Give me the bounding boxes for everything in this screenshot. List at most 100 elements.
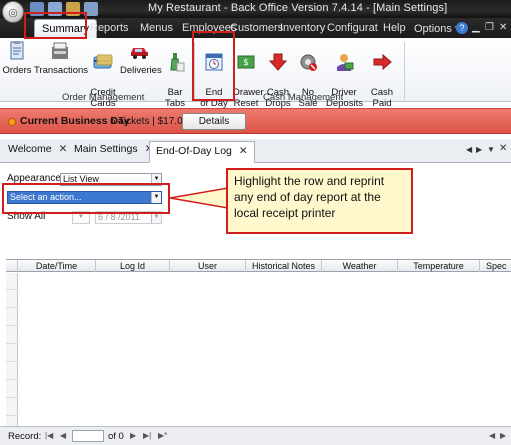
ribbon: Orders Transactions Credit Cards ▾ Deliv… <box>0 38 511 120</box>
deliveries-button[interactable]: Deliveries <box>120 40 162 76</box>
tab-end-of-day-log[interactable]: End-Of-Day Log ✕ <box>149 141 255 163</box>
tab-menus[interactable]: Menus <box>140 22 173 34</box>
bar-tabs-button[interactable]: Bar Tabs <box>162 40 188 109</box>
svg-text:$: $ <box>243 58 249 68</box>
tab-inventory[interactable]: Inventory <box>280 22 325 34</box>
scroll-left-icon[interactable]: ◀ <box>489 431 495 440</box>
row-divider <box>6 397 18 398</box>
tab-main-settings[interactable]: Main Settings✕ <box>74 143 153 155</box>
row-divider <box>6 325 18 326</box>
tab-summary[interactable]: Summary <box>34 19 98 39</box>
record-navigator: Record: |◀ ◀ of 0 ▶ ▶| ▶* ◀ ▶ <box>0 426 511 445</box>
tab-list-icon[interactable]: ▼ <box>487 145 495 154</box>
transactions-icon <box>52 42 68 59</box>
restore-icon[interactable]: ❐ <box>485 22 494 33</box>
callout-note: Highlight the row and reprint any end of… <box>226 168 413 234</box>
row-header-column <box>6 273 18 429</box>
column-user[interactable]: User <box>170 260 246 272</box>
column-temperature[interactable]: Temperature <box>398 260 480 272</box>
new-record-icon[interactable]: ▶* <box>158 431 167 440</box>
cash-paid-out-icon <box>373 53 392 71</box>
tab-reports[interactable]: Reports <box>90 22 129 34</box>
row-divider <box>6 379 18 380</box>
tab-scroll-right-icon[interactable]: ▶ <box>476 145 482 154</box>
column-date-time[interactable]: Date/Time <box>18 260 96 272</box>
app-logo-icon: ◎ <box>8 6 18 19</box>
row-header-corner <box>6 260 18 272</box>
deliveries-icon <box>131 48 148 59</box>
app-menu-button[interactable]: ◎ <box>2 1 24 23</box>
business-day-details-button[interactable]: Details <box>182 113 246 130</box>
orders-button[interactable]: Orders <box>2 40 32 76</box>
current-business-day-bar: Current Business Day 6 Tickets | $17.06 … <box>0 108 511 134</box>
ribbon-group-separator <box>194 42 195 100</box>
tab-employees[interactable]: Employees <box>182 22 236 34</box>
drawer-reset-button[interactable]: $ Drawer Reset <box>233 40 264 109</box>
tab-configuration[interactable]: Configurat <box>327 22 378 34</box>
cash-drops-icon <box>268 53 288 71</box>
column-weather[interactable]: Weather <box>322 260 398 272</box>
ribbon-tab-bar: Summary Reports Menus Employees Customer… <box>0 18 511 39</box>
end-of-day-log-grid: Date/Time Log Id User Historical Notes W… <box>6 259 511 429</box>
end-of-day-icon <box>205 53 223 71</box>
cash-management-group-label: Cash Management <box>263 92 344 103</box>
order-management-group-label: Order Management <box>62 92 145 103</box>
row-divider <box>6 415 18 416</box>
row-divider <box>6 343 18 344</box>
previous-record-icon[interactable]: ◀ <box>60 431 66 440</box>
scroll-right-icon[interactable]: ▶ <box>500 431 506 440</box>
orders-icon <box>10 41 24 60</box>
credit-cards-icon <box>93 54 113 69</box>
app-window: ◎ My Restaurant - Back Office Version 7.… <box>0 0 511 445</box>
last-record-icon[interactable]: ▶| <box>143 431 151 440</box>
quick-access-undo-icon[interactable] <box>48 2 62 16</box>
business-day-summary: 6 Tickets | $17.06 <box>110 116 189 127</box>
chevron-down-icon: ▼ <box>151 212 161 223</box>
date-picker[interactable]: 6 / 8 /2011 ▼ <box>95 211 162 224</box>
title-bar: ◎ My Restaurant - Back Office Version 7.… <box>0 0 511 23</box>
row-divider <box>6 361 18 362</box>
tab-customers[interactable]: Customers <box>230 22 283 34</box>
minimize-icon[interactable]: ▁ <box>472 22 480 33</box>
show-all-checkbox[interactable]: ▼ <box>72 211 90 224</box>
chevron-down-icon: ▼ <box>73 212 89 223</box>
driver-deposits-icon <box>337 54 354 71</box>
bar-tabs-icon <box>170 53 185 72</box>
document-tab-bar: Welcome✕ Main Settings✕ End-Of-Day Log✕ … <box>0 139 511 163</box>
close-tab-icon[interactable]: ✕ <box>59 143 68 155</box>
record-label: Record: <box>8 431 42 442</box>
close-tab-icon[interactable]: ✕ <box>239 145 248 157</box>
chevron-down-icon: ▼ <box>151 192 161 203</box>
drawer-reset-icon: $ <box>237 55 255 69</box>
show-all-label: Show All <box>7 211 46 222</box>
record-count: of 0 <box>108 431 124 442</box>
appearance-select[interactable]: List View ▼ <box>60 173 162 186</box>
help-icon[interactable]: ? <box>456 22 468 34</box>
tab-help[interactable]: Help <box>383 22 406 34</box>
column-historical-notes[interactable]: Historical Notes <box>246 260 322 272</box>
next-record-icon[interactable]: ▶ <box>130 431 136 440</box>
tab-welcome[interactable]: Welcome ✕ <box>8 143 67 155</box>
quick-access-redo-icon[interactable] <box>84 2 98 16</box>
end-of-day-button[interactable]: End of Day <box>197 40 231 109</box>
record-number-input[interactable] <box>72 430 104 442</box>
transactions-button[interactable]: Transactions <box>34 40 88 76</box>
no-sale-icon <box>300 54 317 71</box>
column-spec[interactable]: Spec <box>480 260 511 272</box>
ribbon-group-separator <box>404 42 405 100</box>
column-log-id[interactable]: Log Id <box>96 260 170 272</box>
row-divider <box>6 289 18 290</box>
callout-pointer <box>169 187 229 209</box>
action-select[interactable]: Select an action... ▼ <box>7 191 162 204</box>
options-menu[interactable]: Options ▾ <box>414 22 461 35</box>
close-icon[interactable]: ✕ <box>499 22 507 33</box>
chevron-down-icon: ▼ <box>151 174 161 185</box>
quick-access-print-icon[interactable] <box>66 2 80 16</box>
window-title: My Restaurant - Back Office Version 7.4.… <box>148 2 448 14</box>
close-document-icon[interactable]: ✕ <box>499 143 507 154</box>
quick-access-save-icon[interactable] <box>30 2 44 16</box>
row-divider <box>6 307 18 308</box>
status-dot-icon <box>8 118 16 126</box>
tab-scroll-left-icon[interactable]: ◀ <box>466 145 472 154</box>
first-record-icon[interactable]: |◀ <box>45 431 53 440</box>
